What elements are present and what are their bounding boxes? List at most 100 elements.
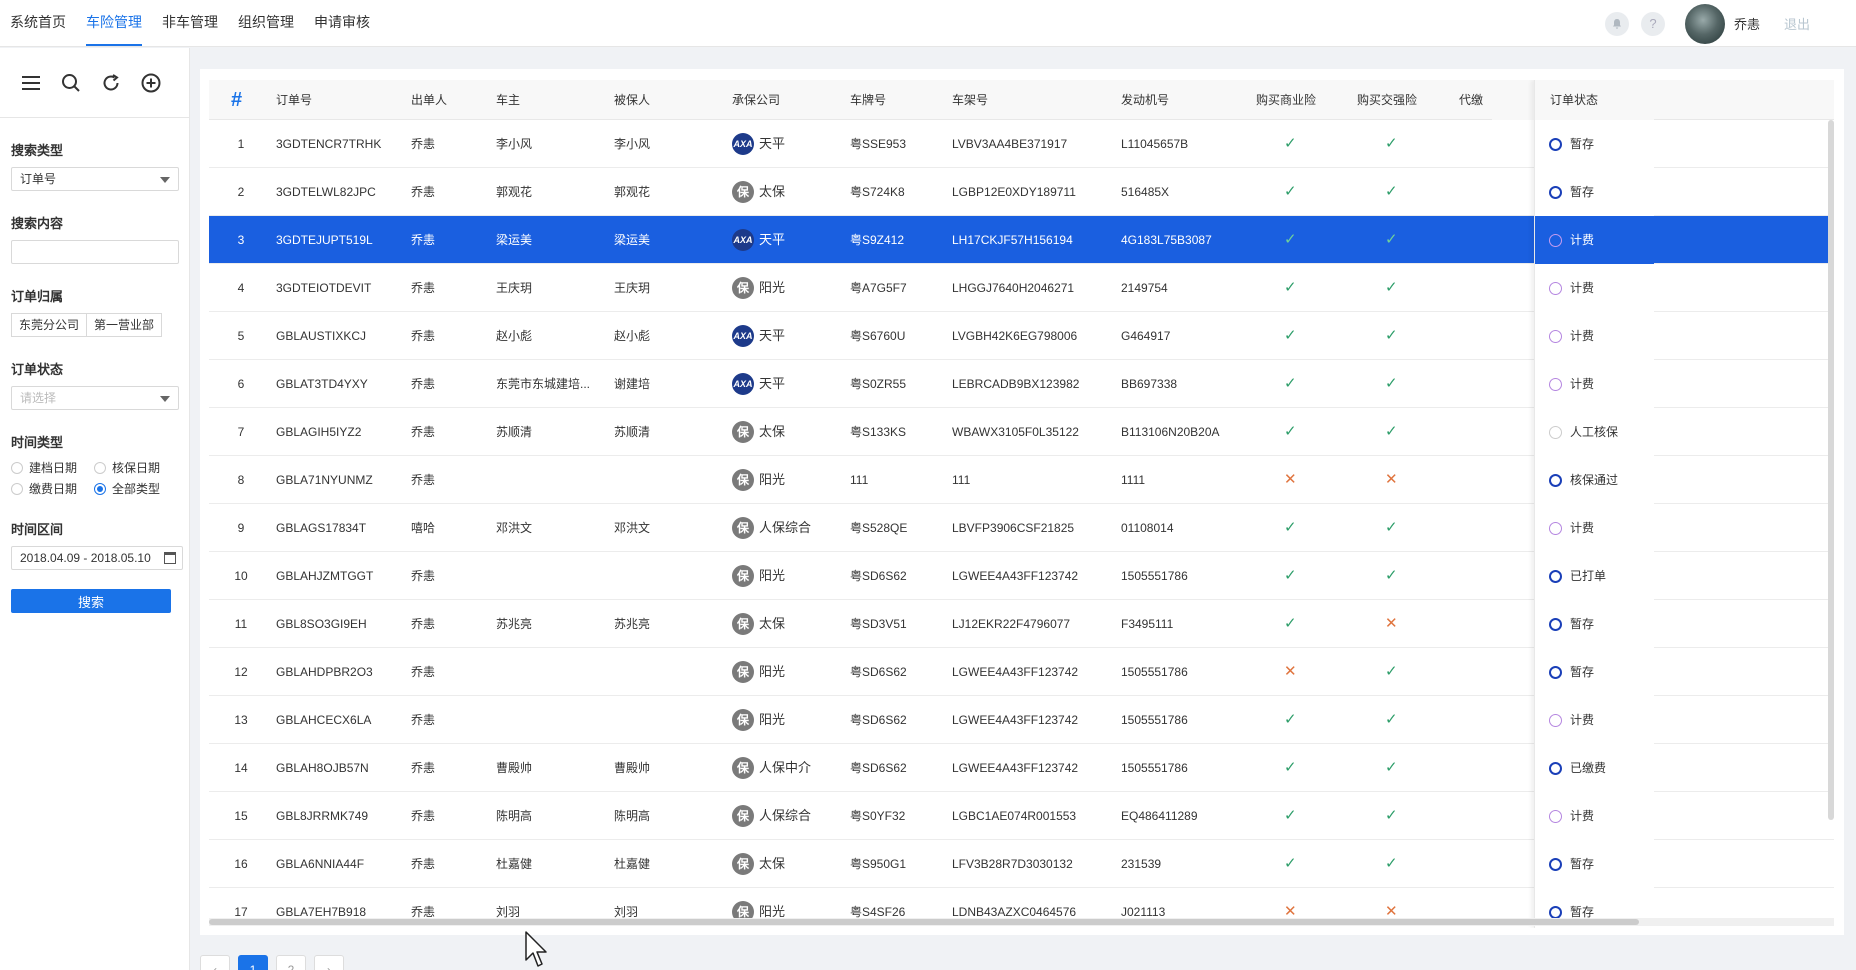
- table-row[interactable]: 6 GBLAT3TD4YXY 乔恚 东莞市东城建培... 谢建培 粤S0ZR55 LEBRC…: [209, 360, 1834, 408]
- radio-dot-icon[interactable]: [94, 461, 106, 474]
- table-row[interactable]: 1 3GDTENCR7TRHK 乔恚 李小风 李小风 粤SSE953 LVBV3AA4BE3…: [209, 120, 1834, 168]
- radio-dot-icon[interactable]: [94, 482, 106, 495]
- cell-plate: 粤SD6S62: [850, 713, 907, 727]
- table-row[interactable]: 12 GBLAHDPBR2O3 乔恚 粤SD6S62 LGWEE4A43FF123742…: [209, 648, 1834, 696]
- table-row[interactable]: 14 GBLAH8OJB57N 乔恚 曹殿帅 曹殿帅 粤SD6S62 LGWEE4A43FF…: [209, 744, 1834, 792]
- table-row[interactable]: 13 GBLAHCECX6LA 乔恚 粤SD6S62 LGWEE4A43FF123742…: [209, 696, 1834, 744]
- header-compulsory[interactable]: 购买交强险: [1357, 80, 1417, 120]
- header-engine[interactable]: 发动机号: [1121, 80, 1169, 120]
- search-icon[interactable]: [60, 72, 82, 94]
- cell-insured: [614, 552, 726, 600]
- cell-insured: 梁运美: [614, 233, 651, 247]
- insurer-logo-icon: 保: [732, 469, 754, 491]
- cell-engine: 1111: [1121, 473, 1146, 487]
- help-icon[interactable]: ?: [1640, 11, 1665, 36]
- vertical-scrollbar[interactable]: [1828, 120, 1834, 820]
- cell-index: 4: [237, 281, 245, 295]
- scrollbar-thumb[interactable]: [209, 919, 1639, 925]
- add-icon[interactable]: [140, 72, 162, 94]
- radio-dot-icon[interactable]: [11, 461, 23, 474]
- time-type-radio-0[interactable]: 建档日期: [11, 459, 94, 476]
- status-badge: 计费: [1549, 504, 1654, 552]
- search-type-select[interactable]: 订单号: [11, 167, 179, 191]
- cell-issuer: 乔恚: [411, 425, 436, 439]
- table-row[interactable]: 2 3GDTELWL82JPC 乔恚 郭观花 郭观花 粤S724K8 LGBP12E0XDY…: [209, 168, 1834, 216]
- cell-order-no: 3GDTELWL82JPC: [276, 185, 376, 199]
- cell-order-no: GBLAHDPBR2O3: [276, 665, 373, 679]
- company-name: 天平: [759, 328, 786, 343]
- table-row[interactable]: 10 GBLAHJZMTGGT 乔恚 粤SD6S62 LGWEE4A43FF123742…: [209, 552, 1834, 600]
- company-name: 阳光: [759, 472, 786, 487]
- status-text: 计费: [1570, 329, 1595, 343]
- status-ring-icon: [1549, 281, 1562, 295]
- nav-item-1[interactable]: 车险管理: [76, 0, 152, 47]
- status-text: 计费: [1570, 281, 1595, 295]
- radio-dot-icon[interactable]: [11, 482, 23, 495]
- time-type-radio-3[interactable]: 全部类型: [94, 480, 177, 497]
- table-row[interactable]: 7 GBLAGIH5IYZ2 乔恚 苏顺清 苏顺清 粤S133KS WBAWX3105F0L…: [209, 408, 1834, 456]
- status-text: 计费: [1570, 809, 1595, 823]
- table-row[interactable]: 9 GBLAGS17834T 嘻哈 邓洪文 邓洪文 粤S528QE LBVFP3906CSF…: [209, 504, 1834, 552]
- next-page-button[interactable]: ›: [314, 955, 344, 970]
- belong-department[interactable]: 第一营业部: [87, 313, 163, 337]
- order-status-select[interactable]: 请选择: [11, 386, 179, 410]
- nav-item-2[interactable]: 非车管理: [152, 0, 228, 47]
- cell-company: AXA 天平: [732, 360, 847, 408]
- search-button[interactable]: 搜索: [11, 589, 171, 613]
- cell-status: 计费: [1534, 360, 1654, 408]
- cell-issuer: 乔恚: [411, 377, 436, 391]
- nav-item-0[interactable]: 系统首页: [0, 0, 76, 47]
- table-row[interactable]: 8 GBLA71NYUNMZ 乔恚 111 111 1111 保阳光 ✕ ✕ 核保通过: [209, 456, 1834, 504]
- header-insured[interactable]: 被保人: [614, 80, 650, 120]
- cell-company: 保太保: [732, 408, 847, 456]
- menu-icon[interactable]: [20, 72, 42, 94]
- table-row[interactable]: 3 3GDTEJUPT519L 乔恚 梁运美 梁运美 粤S9Z412 LH17CKJF57H…: [209, 216, 1834, 264]
- status-badge: 暂存: [1549, 120, 1654, 168]
- cell-owner: [496, 648, 608, 696]
- cell-owner: 曹殿帅: [496, 761, 533, 775]
- horizontal-scrollbar[interactable]: [209, 918, 1834, 926]
- header-order-no[interactable]: 订单号: [276, 80, 312, 120]
- table-row[interactable]: 4 3GDTEIOTDEVIT 乔恚 王庆玥 王庆玥 粤A7G5F7 LHGGJ7640H2…: [209, 264, 1834, 312]
- table-row[interactable]: 16 GBLA6NNIA44F 乔恚 杜嘉健 杜嘉健 粤S950G1 LFV3B28R7D3…: [209, 840, 1834, 888]
- header-owner[interactable]: 车主: [496, 80, 520, 120]
- status-text: 计费: [1570, 233, 1595, 247]
- nav-item-3[interactable]: 组织管理: [228, 0, 304, 47]
- status-ring-icon: [1549, 617, 1562, 631]
- table-row[interactable]: 5 GBLAUSTIXKCJ 乔恚 赵小彪 赵小彪 粤S6760U LVGBH42K6EG7…: [209, 312, 1834, 360]
- header-company[interactable]: 承保公司: [732, 80, 780, 120]
- page-button[interactable]: 1: [238, 955, 268, 970]
- search-content-input[interactable]: [11, 240, 179, 264]
- avatar[interactable]: [1684, 3, 1725, 44]
- belong-branch[interactable]: 东莞分公司: [11, 313, 88, 337]
- username[interactable]: 乔恚: [1734, 14, 1760, 33]
- header-index: #: [231, 89, 243, 111]
- cell-status: 计费: [1534, 696, 1654, 744]
- time-type-radio-2[interactable]: 缴费日期: [11, 480, 94, 497]
- bell-icon[interactable]: [1604, 11, 1629, 36]
- logout-link[interactable]: 退出: [1784, 14, 1810, 33]
- header-vin[interactable]: 车架号: [952, 80, 988, 120]
- cell-engine: 516485X: [1121, 185, 1170, 199]
- nav-item-4[interactable]: 申请审核: [304, 0, 380, 47]
- header-issuer[interactable]: 出单人: [411, 80, 447, 120]
- time-type-radio-1[interactable]: 核保日期: [94, 459, 177, 476]
- company-name: 太保: [759, 616, 786, 631]
- chevron-down-icon: [160, 396, 170, 402]
- cell-issuer: 乔恚: [411, 761, 436, 775]
- header-commercial[interactable]: 购买商业险: [1256, 80, 1316, 120]
- calendar-icon[interactable]: [164, 552, 176, 564]
- refresh-icon[interactable]: [100, 72, 122, 94]
- table-row[interactable]: 15 GBL8JRRMK749 乔恚 陈明高 陈明高 粤S0YF32 LGBC1AE074R…: [209, 792, 1834, 840]
- company-name: 太保: [759, 184, 786, 199]
- header-agent[interactable]: 代缴: [1459, 80, 1483, 120]
- cell-plate: 粤SD3V51: [850, 617, 907, 631]
- cell-vin: WBAWX3105F0L35122: [952, 425, 1079, 439]
- prev-page-button[interactable]: ‹: [200, 955, 230, 970]
- table-row[interactable]: 11 GBL8SO3GI9EH 乔恚 苏兆亮 苏兆亮 粤SD3V51 LJ12EKR22F4…: [209, 600, 1834, 648]
- date-range-input[interactable]: 2018.04.09 - 2018.05.10: [11, 546, 183, 570]
- page-button[interactable]: 2: [276, 955, 306, 970]
- header-status[interactable]: 订单状态: [1534, 80, 1654, 120]
- check-icon: ✓: [1385, 759, 1398, 776]
- header-plate[interactable]: 车牌号: [850, 80, 886, 120]
